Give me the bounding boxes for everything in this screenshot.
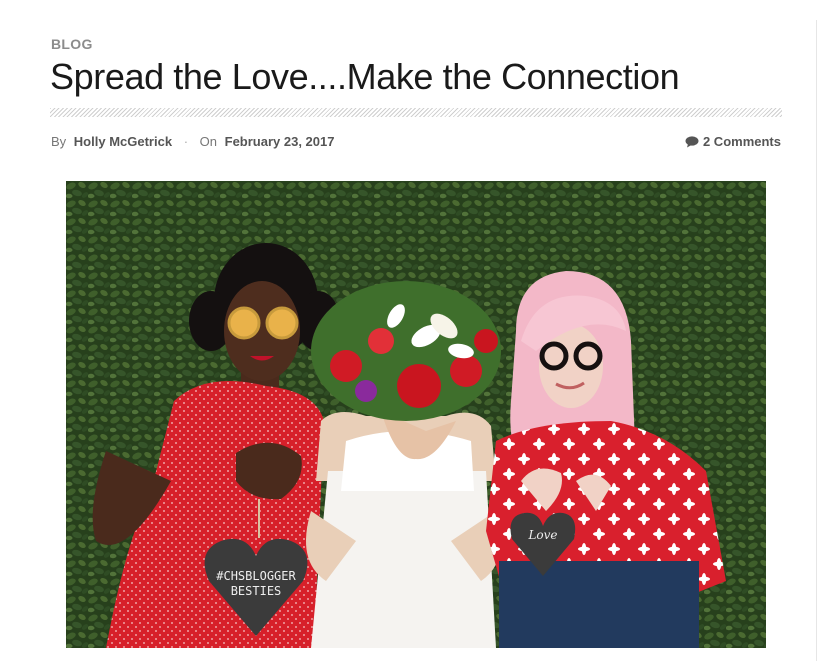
author-link[interactable]: Holly McGetrick: [74, 134, 172, 149]
left-sign-line-2: BESTIES: [231, 584, 282, 598]
on-label: On: [199, 134, 217, 149]
post-meta: By Holly McGetrick · On February 23, 201…: [51, 134, 334, 149]
middle-woman: [306, 281, 501, 648]
by-label: By: [51, 134, 67, 149]
post-title: Spread the Love....Make the Connection: [50, 56, 680, 97]
comments-link[interactable]: 2 Comments: [685, 134, 781, 149]
meta-separator: ·: [183, 134, 189, 149]
comment-bubble-icon: [685, 135, 699, 147]
right-sign-text: Love: [527, 528, 557, 542]
left-sign-line-1: #CHSBLOGGER: [216, 569, 296, 583]
featured-image[interactable]: #CHSBLOGGER BESTIES Love: [66, 181, 766, 648]
category-link[interactable]: BLOG: [51, 36, 93, 52]
title-divider: [50, 108, 782, 117]
comments-count: 2 Comments: [702, 134, 781, 149]
post-date: February 23, 2017: [224, 134, 335, 149]
bouquet: [311, 281, 501, 421]
content-right-border: [816, 20, 817, 661]
